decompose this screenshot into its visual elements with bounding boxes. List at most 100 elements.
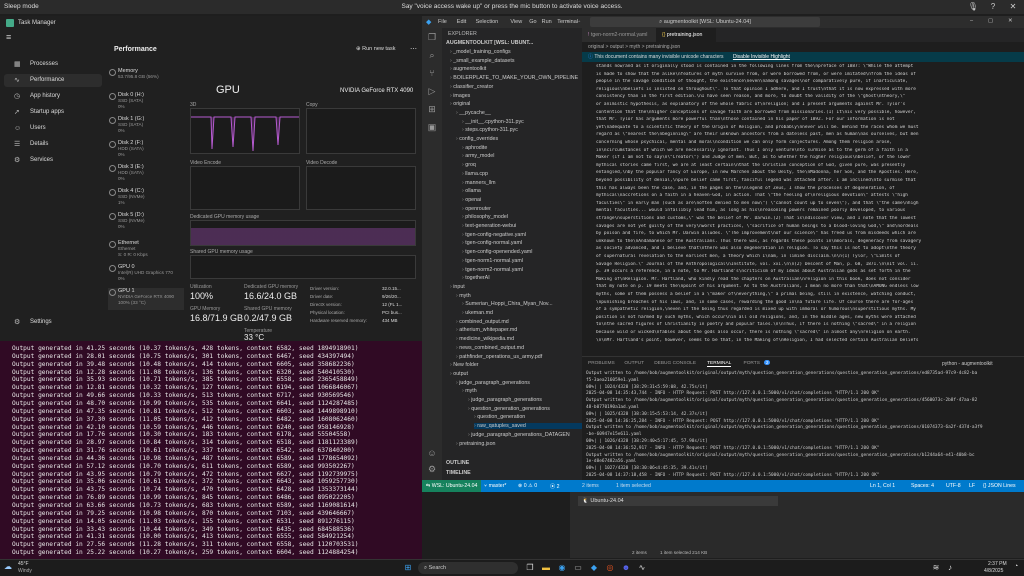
tree-item[interactable]: › tgen-norm1-normal.yaml [462,258,523,264]
menu-item[interactable]: File [438,19,447,25]
tree-item[interactable]: › atherium_whitepaper.md [456,327,517,333]
tree-item[interactable]: › input [450,284,465,290]
device-row[interactable]: Disk 4 (C:) SSD (NVMe) 1% [108,188,184,210]
tree-item[interactable]: › ollama [462,188,481,194]
tree-item[interactable]: › army_model [462,153,494,159]
clock-date[interactable]: 4/8/2025 [984,568,1003,574]
tree-item[interactable]: › news_combined_output.md [456,345,524,351]
wifi-icon[interactable]: ≋ [930,562,942,574]
run-debug-icon[interactable]: ▷ [426,86,438,98]
menu-item[interactable]: Run [542,19,552,25]
tree-item[interactable]: › pretraining.json [456,441,495,447]
nav-services[interactable]: ⚙ Services [4,154,102,167]
tree-item[interactable]: › raw_qatuples_saved [474,423,582,430]
status-item[interactable]: LF [969,483,975,489]
workspace-root[interactable]: AUGMENTOOLKIT [WSL: UBUNT... [446,40,533,46]
tree-item[interactable]: › myth [462,388,477,394]
status-item[interactable]: Ln 1, Col 1 [870,483,895,489]
command-center[interactable]: ⌕ augmentoolkit [WSL: Ubuntu-24.04] [590,17,820,27]
remote-indicator[interactable]: ⇆ WSL: Ubuntu-24.04 [422,480,482,492]
tree-item[interactable]: › _model_training_configs [450,49,511,55]
ubuntu-icon[interactable]: ◎ [604,562,616,574]
account-icon[interactable]: ☺ [426,448,438,460]
notification-bell-icon[interactable]: ◔ [1014,563,1018,570]
panel-tab[interactable]: TERMINAL [707,361,732,367]
nav-details[interactable]: ☰ Details [4,138,102,151]
close-window-icon[interactable]: ✕ [1008,18,1013,24]
timeline-section[interactable]: TIMELINE [446,470,471,476]
tree-item[interactable]: › steps.cpython-311.pyc [462,127,518,133]
minimize-icon[interactable]: – [970,18,973,24]
tree-item[interactable]: › original [450,101,470,107]
source-control-icon[interactable]: ⑂ [426,68,438,80]
tab-active[interactable]: {} pretraining.json [656,28,716,42]
nav-performance[interactable]: ∿ Performance [4,74,102,87]
tree-item[interactable]: › tgen-config-negative.yaml [462,232,526,238]
tree-item[interactable]: › tgen-config-openended.yaml [462,249,532,255]
tree-item[interactable]: › philosophy_model [462,214,508,220]
tree-item[interactable]: › question_generation [474,414,525,420]
menu-item[interactable]: Edit [457,19,466,25]
tree-item[interactable]: › output [450,371,468,377]
tree-item[interactable]: › config_overrides [456,136,498,142]
status-item[interactable]: Spaces: 4 [911,483,934,489]
tree-item[interactable]: › aphrodite [462,145,487,151]
status-item[interactable]: UTF-8 [946,483,961,489]
remote-explorer-icon[interactable]: ▣ [426,122,438,134]
tree-item[interactable]: › judge_paragraph_generations [456,380,530,386]
extensions-icon[interactable]: ⊞ [426,104,438,116]
tree-item[interactable]: › manners_llm [462,180,496,186]
tree-item[interactable]: › New folder [450,362,479,368]
editor-area[interactable]: ! tgen-norm2-normal.yaml {} pretraining.… [582,28,1024,356]
edge-icon[interactable]: ◉ [556,562,568,574]
file-explorer-icon[interactable]: ▬ [540,562,552,574]
tree-item[interactable]: › images [450,93,470,99]
device-row[interactable]: Disk 0 (H:) SSD (SATA) 0% [108,92,184,114]
tree-item[interactable]: › judge_paragraph_generations_DATAGEN [468,432,570,438]
tree-item[interactable]: › question_generation_generations [468,406,550,412]
tree-item[interactable]: › togetherAI [462,275,490,281]
tree-item[interactable]: › __pycache__ [456,110,491,116]
tree-item[interactable]: › openai [462,197,481,203]
nav-startup-apps[interactable]: ➚ Startup apps [4,106,102,119]
tree-item[interactable]: › __init__.cpython-311.pyc [462,119,524,125]
git-branch[interactable]: ⑂ master* [484,483,506,489]
panel-tab[interactable]: OUTPUT [624,361,644,366]
disable-highlight-link[interactable]: Disable Invisible Highlight [733,54,790,60]
tree-item[interactable]: › judge_paragraph_generations [468,397,542,403]
discord-icon[interactable]: ☻ [620,562,632,574]
device-row[interactable]: GPU 0 Intel(R) UHD Graphics 770 0% [108,264,184,286]
tree-item[interactable]: › text-generation-webui [462,223,516,229]
device-row[interactable]: Ethernet Ethernet S: 0 R: 0 Kbps [108,240,184,262]
manage-gear-icon[interactable]: ⚙ [426,464,438,476]
back-arrow-icon[interactable]: ← [566,18,572,24]
nav-app-history[interactable]: ◷ App history [4,90,102,103]
tree-item[interactable]: › augmentoolkit [450,66,486,72]
breadcrumb[interactable]: original > output > myth > pretraining.j… [588,44,680,50]
terminal-window[interactable]: Output generated in 41.25 seconds (10.37… [0,341,422,559]
nav-settings[interactable]: ⚙ Settings [4,316,102,329]
tree-item[interactable]: › openrouter [462,206,491,212]
tree-item[interactable]: › groq [462,162,476,168]
tree-item[interactable]: › llama.cpp [462,171,488,177]
task-view-icon[interactable]: ❐ [524,562,536,574]
device-row[interactable]: GPU 1 NVIDIA GeForce RTX 4090 100% (33 °C… [108,288,184,310]
device-row[interactable]: Memory 53.7/95.8 GB (56%) [108,68,184,90]
terminal-icon[interactable]: ▭ [572,562,584,574]
tree-item[interactable]: › _small_example_datasets [450,58,515,64]
explorer-selected-row[interactable]: 🐧 Ubuntu-24.04 [578,496,778,506]
tree-item[interactable]: › tgen-norm2-normal.yaml [462,267,523,273]
tree-item[interactable]: › classifier_creator [450,84,493,90]
tree-item[interactable]: › ukeman.md [462,310,493,316]
clock-time[interactable]: 2:37 PM [988,561,1007,567]
forward-arrow-icon[interactable]: → [576,18,582,24]
search-box[interactable]: ⌕ Search [418,562,518,574]
python-terminal-label[interactable]: python - augmentoolkit [942,361,993,367]
ports-count[interactable]: ⦿ 2 [550,483,560,490]
problems-count[interactable]: ⊗ 0 ⚠ 0 [518,483,537,489]
device-row[interactable]: Disk 2 (F:) HDD (SATA) 0% [108,140,184,162]
tree-item[interactable]: › tgen-config-normal.yaml [462,240,522,246]
nav-users[interactable]: ☺ Users [4,122,102,135]
device-row[interactable]: Disk 3 (E:) HDD (SATA) 0% [108,164,184,186]
volume-icon[interactable]: ♪ [944,562,956,574]
